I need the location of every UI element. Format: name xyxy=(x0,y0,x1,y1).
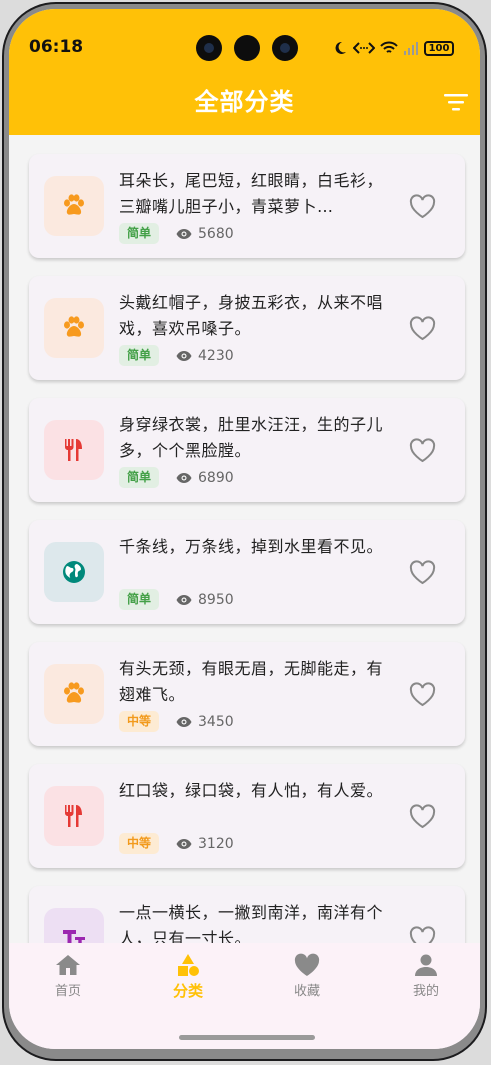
utensils-icon xyxy=(65,439,82,461)
favorite-heart-icon[interactable] xyxy=(409,682,436,707)
view-count: 4230 xyxy=(176,345,234,366)
difficulty-badge: 简单 xyxy=(119,589,160,610)
riddle-card[interactable]: 红口袋，绿口袋，有人怕，有人爱。 中等 3120 xyxy=(29,764,465,868)
tab-category[interactable]: 分类 xyxy=(148,953,228,1013)
riddle-text: 红口袋，绿口袋，有人怕，有人爱。 xyxy=(119,781,384,800)
view-count: 3120 xyxy=(176,833,234,854)
riddle-text: 有头无颈，有眼无眉，无脚能走，有翅难飞。 xyxy=(119,659,384,704)
tab-favorites[interactable]: 收藏 xyxy=(267,953,347,1013)
home-icon xyxy=(56,955,80,975)
camera-icon xyxy=(196,35,222,61)
difficulty-badge: 简单 xyxy=(119,467,160,488)
view-count-value: 3450 xyxy=(198,713,234,730)
favorite-heart-icon[interactable] xyxy=(409,926,436,943)
tab-label: 分类 xyxy=(172,982,203,1000)
moon-icon xyxy=(335,41,346,54)
paw-icon xyxy=(64,316,84,337)
favorite-heart-icon[interactable] xyxy=(409,804,436,829)
eye-icon xyxy=(176,838,192,849)
heart-icon xyxy=(294,953,320,976)
status-icons: 100 xyxy=(332,37,454,59)
data-transfer-icon xyxy=(353,42,375,54)
app-screen: 06:18 100 全部分类 耳朵长，尾巴短，红眼睛，白毛衫，三瓣嘴儿胆子小，青… xyxy=(9,9,480,1049)
eye-icon xyxy=(176,594,192,605)
difficulty-badge: 简单 xyxy=(119,223,160,244)
favorite-heart-icon[interactable] xyxy=(409,194,436,219)
riddle-list[interactable]: 耳朵长，尾巴短，红眼睛，白毛衫，三瓣嘴儿胆子小，青菜萝卜… 简单 5680 头戴… xyxy=(9,135,480,943)
battery-indicator: 100 xyxy=(424,40,454,56)
home-indicator[interactable] xyxy=(179,1035,315,1040)
view-count: 5680 xyxy=(176,223,234,244)
riddle-card[interactable]: 一点一横长，一撇到南洋，南洋有个人，只有一寸长。 xyxy=(29,886,465,943)
category-icon-box xyxy=(44,420,104,480)
riddle-text: 头戴红帽子，身披五彩衣，从来不唱戏，喜欢吊嗓子。 xyxy=(119,293,384,338)
category-icon xyxy=(178,954,199,976)
eye-icon xyxy=(176,228,192,239)
view-count: 3450 xyxy=(176,711,234,732)
difficulty-badge: 中等 xyxy=(119,711,160,732)
difficulty-badge: 中等 xyxy=(119,833,160,854)
filter-icon[interactable] xyxy=(442,91,470,113)
view-count: 6890 xyxy=(176,467,234,488)
bottom-tab-bar: 首页 分类 收藏 我的 xyxy=(9,943,480,1049)
difficulty-badge: 简单 xyxy=(119,345,160,366)
tab-label: 首页 xyxy=(54,984,81,999)
paw-icon xyxy=(64,682,84,703)
paw-icon xyxy=(64,194,84,215)
view-count-value: 8950 xyxy=(198,591,234,608)
signal-icon xyxy=(404,42,418,55)
status-time: 06:18 xyxy=(29,37,84,57)
riddle-card[interactable]: 千条线，万条线，掉到水里看不见。 简单 8950 xyxy=(29,520,465,624)
riddle-card[interactable]: 头戴红帽子，身披五彩衣，从来不唱戏，喜欢吊嗓子。 简单 4230 xyxy=(29,276,465,380)
tab-home[interactable]: 首页 xyxy=(28,953,108,1013)
category-icon-box xyxy=(44,786,104,846)
riddle-card[interactable]: 身穿绿衣裳，肚里水汪汪，生的子儿多，个个黑脸膛。 简单 6890 xyxy=(29,398,465,502)
riddle-card[interactable]: 耳朵长，尾巴短，红眼睛，白毛衫，三瓣嘴儿胆子小，青菜萝卜… 简单 5680 xyxy=(29,154,465,258)
favorite-heart-icon[interactable] xyxy=(409,560,436,585)
view-count-value: 4230 xyxy=(198,347,234,364)
view-count-value: 5680 xyxy=(198,225,234,242)
tab-profile[interactable]: 我的 xyxy=(386,953,466,1013)
camera-icon xyxy=(272,35,298,61)
utensils-icon xyxy=(65,805,82,827)
text-format-icon xyxy=(63,930,85,943)
app-bar: 06:18 100 全部分类 xyxy=(9,9,480,135)
riddle-card[interactable]: 有头无颈，有眼无眉，无脚能走，有翅难飞。 中等 3450 xyxy=(29,642,465,746)
view-count-value: 3120 xyxy=(198,835,234,852)
riddle-text: 一点一横长，一撇到南洋，南洋有个人，只有一寸长。 xyxy=(119,903,384,943)
riddle-text: 千条线，万条线，掉到水里看不见。 xyxy=(119,537,384,556)
riddle-text: 耳朵长，尾巴短，红眼睛，白毛衫，三瓣嘴儿胆子小，青菜萝卜… xyxy=(119,171,384,216)
eye-icon xyxy=(176,350,192,361)
category-icon-box xyxy=(44,664,104,724)
category-icon-box xyxy=(44,298,104,358)
page-title: 全部分类 xyxy=(194,88,295,116)
eye-icon xyxy=(176,472,192,483)
view-count-value: 6890 xyxy=(198,469,234,486)
category-icon-box xyxy=(44,542,104,602)
view-count: 8950 xyxy=(176,589,234,610)
riddle-text: 身穿绿衣裳，肚里水汪汪，生的子儿多，个个黑脸膛。 xyxy=(119,415,384,460)
wifi-icon xyxy=(380,41,398,53)
eye-icon xyxy=(176,716,192,727)
favorite-heart-icon[interactable] xyxy=(409,438,436,463)
tab-label: 收藏 xyxy=(293,984,320,999)
globe-icon xyxy=(63,561,85,583)
favorite-heart-icon[interactable] xyxy=(409,316,436,341)
category-icon-box xyxy=(44,176,104,236)
tab-label: 我的 xyxy=(412,984,439,999)
person-icon xyxy=(415,954,437,976)
camera-icon xyxy=(234,35,260,61)
category-icon-box xyxy=(44,908,104,943)
